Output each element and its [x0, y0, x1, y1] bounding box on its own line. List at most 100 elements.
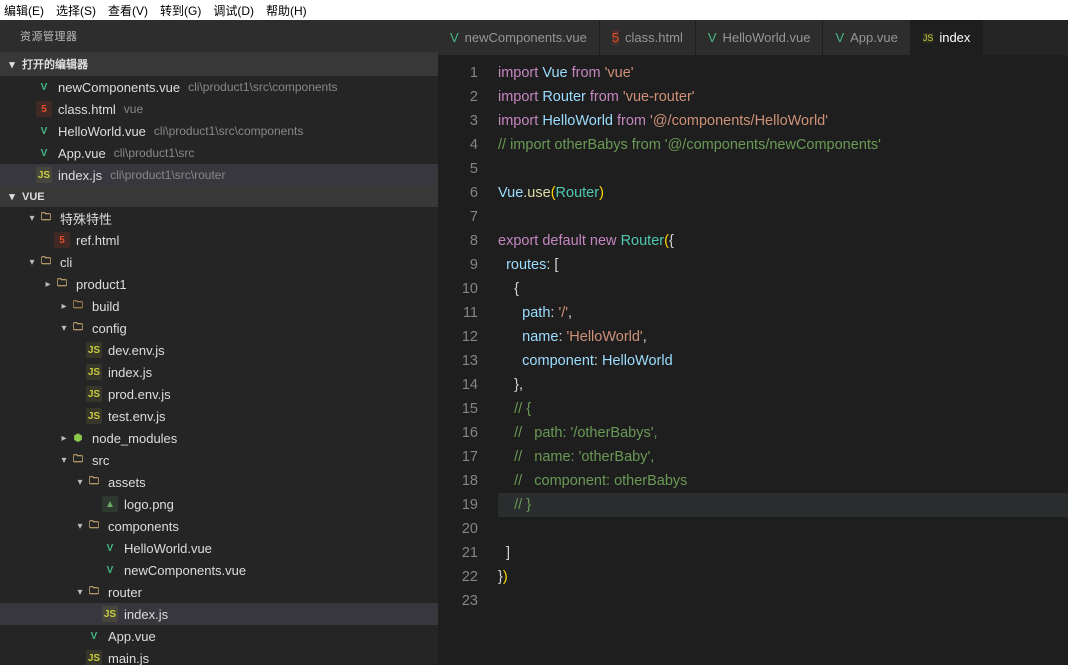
- tree-item[interactable]: ▾🗀 cli: [0, 251, 438, 273]
- vue-icon: V: [36, 145, 52, 161]
- tree-item[interactable]: JS prod.env.js: [0, 383, 438, 405]
- menu-item[interactable]: 编辑(E): [4, 2, 44, 19]
- chevron-down-icon: ▾: [6, 190, 18, 203]
- twisty-icon: ▾: [74, 521, 86, 532]
- tree-label: App.vue: [108, 629, 156, 644]
- open-editor-item[interactable]: V App.vue cli\product1\src: [0, 142, 438, 164]
- chevron-down-icon: ▾: [6, 58, 18, 71]
- root-header[interactable]: ▾ VUE: [0, 186, 438, 207]
- file-name: HelloWorld.vue: [58, 124, 146, 139]
- code-content[interactable]: import Vue from 'vue'import Router from …: [498, 55, 1068, 665]
- tree-item[interactable]: ▾🗀 router: [0, 581, 438, 603]
- twisty-icon: ▾: [26, 213, 38, 224]
- tree-item[interactable]: JS index.js: [0, 603, 438, 625]
- tree-item[interactable]: JSmain.js: [0, 647, 438, 665]
- tree-item[interactable]: ▸⬢node_modules: [0, 427, 438, 449]
- editor-tab[interactable]: 5class.html: [600, 20, 696, 55]
- open-editor-item[interactable]: 5class.htmlvue: [0, 98, 438, 120]
- open-editor-item[interactable]: JS index.js cli\product1\src\router: [0, 164, 438, 186]
- js-icon: JS: [86, 408, 102, 424]
- folder-open-icon: 🗀: [38, 254, 54, 270]
- open-editor-item[interactable]: VnewComponents.vuecli\product1\src\compo…: [0, 76, 438, 98]
- editor-tab[interactable]: VnewComponents.vue: [438, 20, 600, 55]
- menu-item[interactable]: 转到(G): [160, 2, 201, 19]
- js-icon: JS: [36, 167, 52, 183]
- tab-label: index: [939, 30, 970, 45]
- vue-icon: V: [86, 628, 102, 644]
- tree-item[interactable]: ▸🗀 product1: [0, 273, 438, 295]
- open-editors-header[interactable]: ▾ 打开的编辑器: [0, 52, 438, 76]
- tree-label: ref.html: [76, 233, 119, 248]
- file-tree: ▾🗀特殊特性5ref.html▾🗀cli▸🗀product1▸🗀build▾🗀c…: [0, 207, 438, 665]
- file-name: newComponents.vue: [58, 80, 180, 95]
- tree-label: cli: [60, 255, 72, 270]
- tree-item[interactable]: ▲ logo.png: [0, 493, 438, 515]
- folder-open-icon: 🗀: [86, 474, 102, 490]
- tree-label: index.js: [124, 607, 168, 622]
- open-editor-item[interactable]: V HelloWorld.vue cli\product1\src\componen…: [0, 120, 438, 142]
- menu-item[interactable]: 帮助(H): [266, 2, 307, 19]
- tree-label: HelloWorld.vue: [124, 541, 212, 556]
- twisty-icon: ▾: [58, 323, 70, 334]
- file-name: App.vue: [58, 146, 106, 161]
- vue-icon: V: [708, 30, 717, 45]
- tree-item[interactable]: V App.vue: [0, 625, 438, 647]
- tree-item[interactable]: JSdev.env.js: [0, 339, 438, 361]
- tree-label: 特殊特性: [60, 209, 112, 228]
- vue-icon: V: [36, 123, 52, 139]
- js-icon: JS: [923, 33, 934, 43]
- tree-label: newComponents.vue: [124, 563, 246, 578]
- folder-open-icon: 🗀: [70, 320, 86, 336]
- twisty-icon: ▸: [42, 279, 54, 290]
- js-icon: JS: [86, 386, 102, 402]
- file-name: index.js: [58, 168, 102, 183]
- js-icon: JS: [102, 606, 118, 622]
- folder-open-icon: 🗀: [54, 276, 70, 292]
- tree-item[interactable]: 5 ref.html: [0, 229, 438, 251]
- tree-item[interactable]: ▾🗀assets: [0, 471, 438, 493]
- tab-label: HelloWorld.vue: [723, 30, 811, 45]
- menu-item[interactable]: 查看(V): [108, 2, 148, 19]
- tree-item[interactable]: JSindex.js: [0, 361, 438, 383]
- tree-label: prod.env.js: [108, 387, 171, 402]
- tree-item[interactable]: ▾🗀 特殊特性: [0, 207, 438, 229]
- tree-item[interactable]: VHelloWorld.vue: [0, 537, 438, 559]
- file-path: cli\product1\src\components: [188, 80, 337, 94]
- folder-open-icon: 🗀: [86, 518, 102, 534]
- folder-open-icon: 🗀: [86, 584, 102, 600]
- image-icon: ▲: [102, 496, 118, 512]
- twisty-icon: ▾: [26, 257, 38, 268]
- tab-label: class.html: [625, 30, 683, 45]
- tree-label: node_modules: [92, 431, 177, 446]
- explorer-panel: 资源管理器 ▾ 打开的编辑器 VnewComponents.vuecli\pro…: [0, 20, 438, 665]
- twisty-icon: ▾: [74, 587, 86, 598]
- tree-item[interactable]: VnewComponents.vue: [0, 559, 438, 581]
- vue-icon: V: [450, 30, 459, 45]
- tree-label: main.js: [108, 651, 149, 665]
- explorer-title: 资源管理器: [0, 20, 438, 52]
- html-icon: 5: [54, 232, 70, 248]
- editor-tab[interactable]: JS index: [911, 20, 984, 55]
- file-path: cli\product1\src\router: [110, 168, 225, 182]
- editor-tab[interactable]: VApp.vue: [823, 20, 910, 55]
- tree-label: build: [92, 299, 119, 314]
- file-path: cli\product1\src\components: [154, 124, 303, 138]
- tree-item[interactable]: ▾🗀src: [0, 449, 438, 471]
- menu-item[interactable]: 选择(S): [56, 2, 96, 19]
- tree-item[interactable]: ▾🗀config: [0, 317, 438, 339]
- tree-label: router: [108, 585, 142, 600]
- tree-item[interactable]: ▾🗀components: [0, 515, 438, 537]
- tree-item[interactable]: ▸🗀build: [0, 295, 438, 317]
- tree-item[interactable]: JStest.env.js: [0, 405, 438, 427]
- tree-label: logo.png: [124, 497, 174, 512]
- twisty-icon: ▾: [58, 455, 70, 466]
- folder-open-icon: 🗀: [38, 210, 54, 226]
- menubar: 编辑(E) 选择(S) 查看(V) 转到(G) 调试(D) 帮助(H): [0, 0, 1068, 20]
- menu-item[interactable]: 调试(D): [213, 2, 254, 19]
- editor-tab[interactable]: V HelloWorld.vue: [696, 20, 824, 55]
- twisty-icon: ▾: [74, 477, 86, 488]
- file-path: cli\product1\src: [114, 146, 195, 160]
- editor-tabs: VnewComponents.vue5class.html V HelloWorld…: [438, 20, 1068, 55]
- code-editor[interactable]: 1234567891011121314151617181920212223 im…: [438, 55, 1068, 665]
- tree-label: product1: [76, 277, 127, 292]
